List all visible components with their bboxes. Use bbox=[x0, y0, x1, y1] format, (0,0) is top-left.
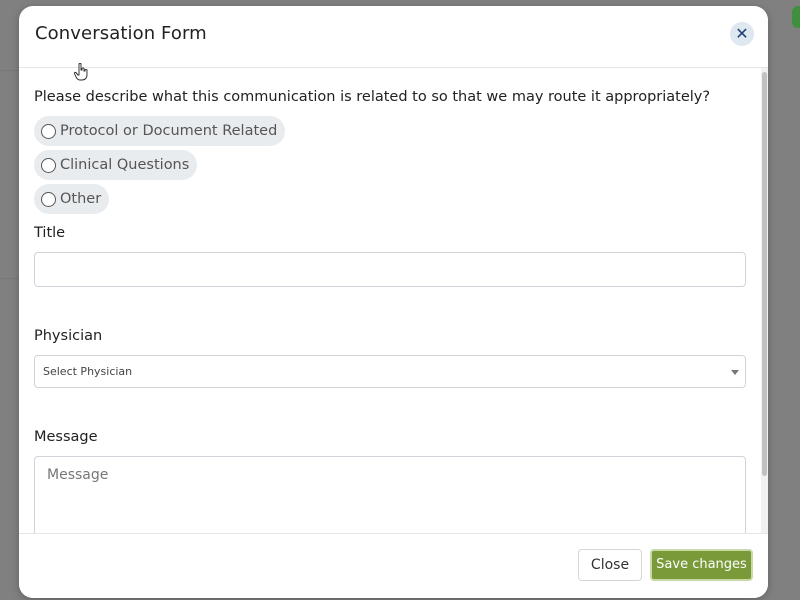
modal-title: Conversation Form bbox=[35, 23, 207, 44]
message-textarea[interactable]: Message bbox=[34, 456, 746, 534]
modal-header: Conversation Form ✕ bbox=[19, 6, 768, 68]
radio-button[interactable] bbox=[41, 123, 56, 139]
radio-label: Protocol or Document Related bbox=[60, 123, 278, 139]
background-divider bbox=[0, 70, 20, 71]
close-icon[interactable]: ✕ bbox=[730, 22, 754, 46]
save-changes-button[interactable]: Save changes bbox=[650, 549, 753, 581]
scrollbar-thumb[interactable] bbox=[762, 72, 767, 476]
background-divider bbox=[0, 278, 20, 279]
radio-button[interactable] bbox=[41, 157, 56, 173]
physician-select-value: Select Physician bbox=[43, 365, 133, 378]
route-question: Please describe what this communication … bbox=[34, 89, 711, 105]
modal-footer: Close Save changes bbox=[19, 533, 768, 598]
title-input[interactable] bbox=[34, 252, 746, 287]
close-button[interactable]: Close bbox=[578, 549, 642, 581]
radio-button[interactable] bbox=[41, 191, 56, 207]
radio-label: Other bbox=[60, 191, 102, 207]
caret-down-icon bbox=[731, 370, 739, 375]
background-accent bbox=[792, 6, 800, 28]
radio-option-protocol[interactable]: Protocol or Document Related bbox=[34, 116, 286, 146]
radio-label: Clinical Questions bbox=[60, 157, 190, 173]
physician-label: Physician bbox=[34, 328, 103, 344]
message-label: Message bbox=[34, 429, 98, 445]
title-label: Title bbox=[34, 225, 66, 241]
radio-option-clinical[interactable]: Clinical Questions bbox=[34, 150, 198, 180]
message-placeholder: Message bbox=[47, 467, 109, 483]
hand-pointer-icon bbox=[74, 63, 88, 81]
radio-option-other[interactable]: Other bbox=[34, 184, 110, 214]
physician-select[interactable]: Select Physician bbox=[34, 355, 746, 388]
conversation-form-modal: Conversation Form ✕ Please describe what… bbox=[19, 6, 768, 598]
modal-body: Please describe what this communication … bbox=[19, 68, 768, 534]
